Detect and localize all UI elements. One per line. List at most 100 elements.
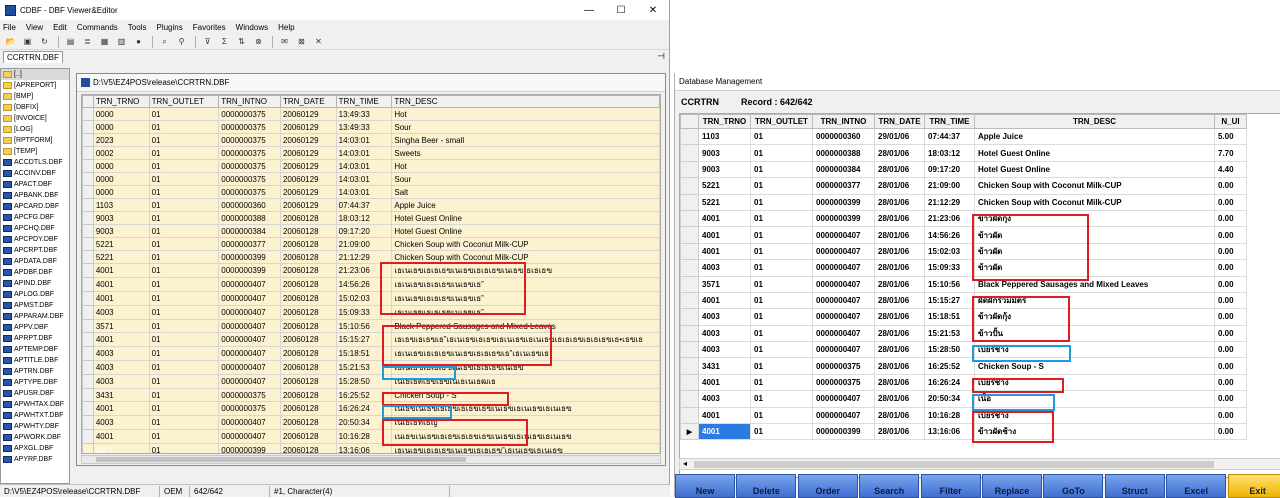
dbf-row[interactable]: 5221 01 0000000377 20060128 21:09:00 Chicken … [82, 237, 660, 251]
dbf-cell[interactable]: Apple Juice [391, 198, 660, 212]
tree-dbf-file[interactable]: APCRPT.DBF [1, 245, 69, 256]
row-selector[interactable] [82, 224, 94, 238]
sum-icon[interactable]: Σ [217, 35, 232, 48]
dbf-cell[interactable]: 15:09:33 [335, 305, 393, 320]
dbf-cell[interactable]: 0000000407 [218, 429, 281, 444]
dbf-cell[interactable]: 4001 [92, 277, 150, 292]
dbf-cell[interactable]: เนเธขเนเธฃเธเธฃเธเธขเธฃเนเธฃเธเนเธฃเธเนเ… [391, 401, 660, 416]
dbm-cell[interactable]: 0000000377 [812, 177, 875, 195]
dbm-cell[interactable]: Chicken Soup - S [974, 357, 1215, 375]
dbf-cell[interactable]: 15:28:50 [335, 374, 393, 389]
replace-button[interactable]: Replace [982, 474, 1042, 498]
dbf-cell[interactable]: 21:09:00 [335, 237, 393, 251]
dbf-cell[interactable]: 01 [148, 319, 220, 333]
dbf-cell[interactable]: 01 [148, 443, 220, 453]
row-selector[interactable] [82, 198, 94, 212]
dbm-cell[interactable]: 0000000388 [812, 144, 875, 162]
dbf-cell[interactable]: 20:50:34 [335, 415, 393, 430]
row-indicator[interactable] [680, 291, 699, 310]
view-icon[interactable]: ▥ [114, 35, 129, 48]
dbm-cell[interactable]: 0.00 [1214, 259, 1247, 277]
dbf-row[interactable]: 2023 01 0000000375 20060129 14:03:01 Singha B… [82, 133, 660, 147]
dbf-cell[interactable]: 20060129 [279, 198, 337, 212]
dbf-cell[interactable]: 20060129 [279, 185, 337, 199]
dbf-cell[interactable]: 01 [148, 332, 220, 347]
dbm-row[interactable]: 1103 01 0000000360 29/01/06 07:44:37 Apple Ju… [680, 127, 1247, 146]
binoculars-icon[interactable]: ⚲ [174, 35, 189, 48]
column-header-trn_outlet[interactable]: TRN_OUTLET [148, 95, 220, 108]
dbm-cell[interactable]: 0000000407 [812, 275, 875, 293]
menu-item-commands[interactable]: Commands [77, 23, 118, 32]
row-selector[interactable] [82, 319, 94, 333]
dbf-cell[interactable]: 01 [148, 401, 220, 416]
dbm-cell[interactable]: Hotel Guest Online [974, 144, 1215, 162]
dbm-row[interactable]: 4003 01 0000000407 28/01/06 15:18:51 ข้าวผัดก… [680, 308, 1247, 326]
tree-dbf-file[interactable]: APWHTXT.DBF [1, 410, 69, 421]
dbm-cell[interactable]: 16:26:24 [924, 373, 975, 392]
dbm-cell[interactable]: 01 [750, 160, 813, 179]
tree-dbf-file[interactable]: APRPT.DBF [1, 333, 69, 344]
dbm-row[interactable]: 5221 01 0000000399 28/01/06 21:12:29 Chicken … [680, 193, 1247, 211]
dbm-cell[interactable]: 29/01/06 [874, 127, 925, 146]
scroll-left-icon[interactable]: ◂ [683, 459, 687, 468]
dbf-row[interactable]: 4003 01 0000000407 20060128 15:09:33 เธเนเธฃเ… [82, 305, 660, 320]
new-button[interactable]: New [675, 474, 735, 498]
column-header-trn_time[interactable]: TRN_TIME [335, 95, 393, 108]
dbf-row[interactable]: 4001 01 0000000399 20060128 21:23:06 เธเนเธฃเ… [82, 263, 660, 278]
dbm-cell[interactable]: 15:02:03 [924, 242, 975, 261]
dbf-cell[interactable]: Hotel Guest Online [391, 224, 660, 238]
dbf-row[interactable]: 4001 01 0000000407 20060128 14:56:26 เธเนเธฃเ… [82, 277, 660, 292]
dbf-cell[interactable]: 0000000375 [218, 120, 281, 134]
dbf-cell[interactable]: 2023 [92, 133, 150, 147]
dbm-cell[interactable]: 7.70 [1214, 144, 1247, 162]
dbf-cell[interactable]: 4001 [92, 401, 150, 416]
dbf-cell[interactable]: 20060129 [279, 172, 337, 186]
row-selector[interactable] [82, 146, 94, 160]
dbm-cell[interactable]: 0000000399 [812, 209, 875, 228]
row-indicator[interactable] [680, 357, 699, 375]
dbm-cell[interactable]: 0.00 [1214, 341, 1247, 359]
row-indicator[interactable] [680, 341, 699, 359]
dbf-cell[interactable]: 20060128 [279, 401, 337, 416]
dbm-cell[interactable]: 0.00 [1214, 406, 1247, 425]
dbm-cell[interactable]: ข้าวผัดช้าง [974, 423, 1215, 441]
close-icon[interactable]: ✕ [311, 35, 326, 48]
exit-icon[interactable]: ⊠ [294, 35, 309, 48]
row-selector[interactable] [82, 429, 94, 444]
dbf-cell[interactable]: 0000000407 [218, 415, 281, 430]
dbf-cell[interactable]: 01 [148, 291, 220, 306]
dbf-cell[interactable]: เนเธเธตเธขเธฃเนเธเนเธฒเธ [391, 374, 660, 389]
dbm-cell[interactable]: 0.00 [1214, 242, 1247, 261]
dbm-cell[interactable]: 4001 [698, 373, 751, 392]
sort-icon[interactable]: ⇅ [234, 35, 249, 48]
dbf-cell[interactable]: 4003 [92, 360, 150, 375]
row-selector[interactable] [82, 415, 94, 430]
dbm-cell[interactable]: 9003 [698, 144, 751, 162]
dbm-cell[interactable]: 18:03:12 [924, 144, 975, 162]
dbm-cell[interactable]: 09:17:20 [924, 160, 975, 179]
filter-button[interactable]: Filter [920, 474, 981, 498]
dbf-cell[interactable]: 01 [148, 346, 220, 361]
dbm-cell[interactable]: 0.00 [1214, 324, 1247, 343]
dbf-row[interactable]: 3571 01 0000000407 20060128 15:10:56 Black Pe… [82, 319, 660, 333]
dbm-cell[interactable]: 01 [750, 259, 813, 277]
dbf-cell[interactable]: Hot [391, 159, 660, 173]
dbm-cell[interactable]: 01 [750, 144, 813, 162]
dbm-cell[interactable]: 4001 [698, 291, 751, 310]
dbm-cell[interactable]: 28/01/06 [874, 357, 925, 375]
pin-icon[interactable]: ⊣ [657, 51, 665, 62]
row-selector[interactable] [82, 159, 94, 173]
dbf-row[interactable]: 9003 01 0000000388 20060128 18:03:12 Hotel Gu… [82, 211, 660, 225]
dbf-cell[interactable]: 0000000375 [218, 146, 281, 160]
row-selector[interactable] [82, 401, 94, 416]
dbm-cell[interactable]: 16:25:52 [924, 357, 975, 375]
dbf-cell[interactable]: 0000 [92, 120, 150, 134]
dbm-row[interactable]: 4001 01 0000000407 28/01/06 10:16:28 เบียร์ช้… [680, 406, 1247, 425]
dbm-cell[interactable]: 0000000399 [812, 193, 875, 211]
dbm-row[interactable]: 9003 01 0000000388 28/01/06 18:03:12 Hotel Gu… [680, 144, 1247, 162]
dbm-cell[interactable]: 0.00 [1214, 226, 1247, 244]
dbf-cell[interactable]: 18:03:12 [335, 211, 393, 225]
dbf-cell[interactable]: 0000000388 [218, 211, 281, 225]
row-indicator[interactable] [680, 308, 699, 326]
dbm-cell[interactable]: 01 [750, 357, 813, 375]
